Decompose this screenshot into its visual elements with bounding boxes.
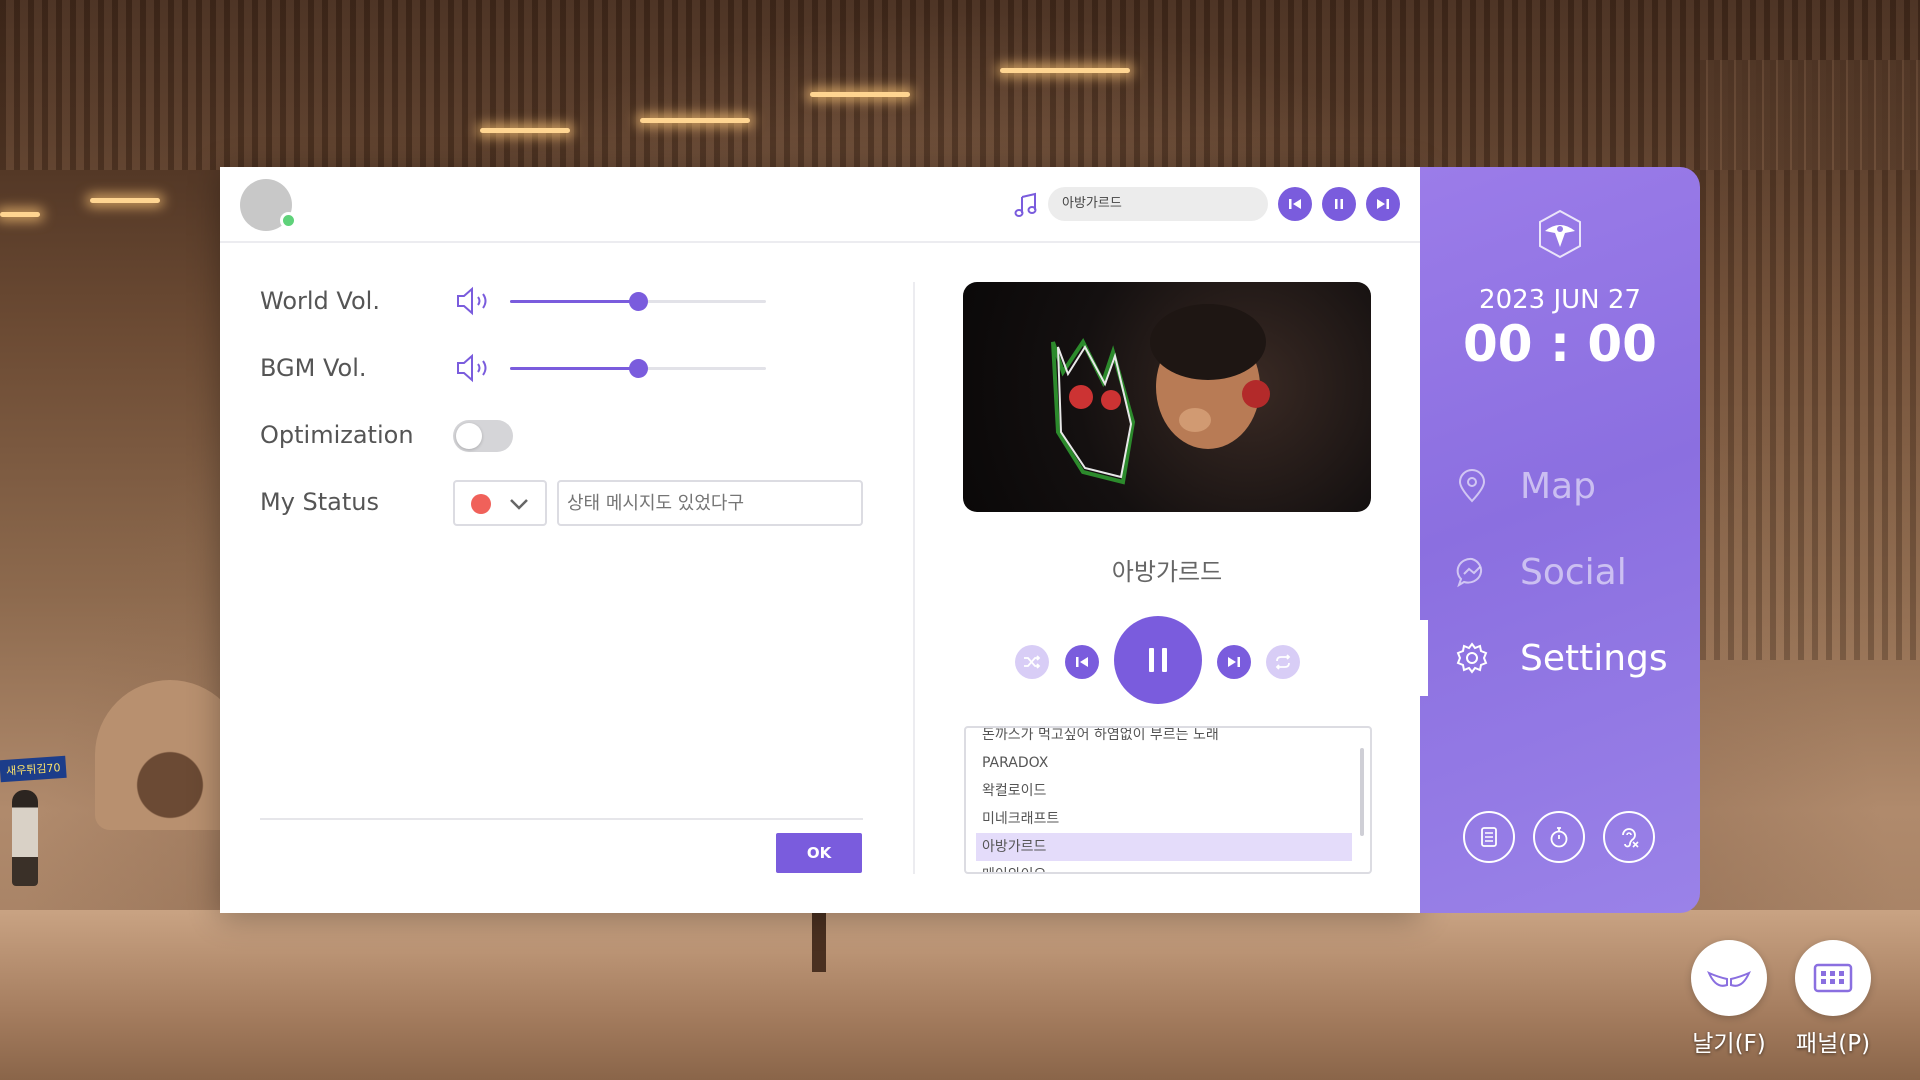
video-artwork bbox=[1051, 304, 1270, 485]
previous-icon bbox=[1076, 657, 1088, 667]
mini-pause-button[interactable] bbox=[1322, 187, 1356, 221]
grid-panel-icon bbox=[1813, 963, 1853, 993]
world-vol-knob[interactable] bbox=[629, 292, 648, 311]
playlist-item[interactable]: 미네크래프트 bbox=[976, 805, 1352, 833]
menu-item-settings[interactable]: Settings bbox=[1454, 628, 1684, 688]
timer-button[interactable] bbox=[1533, 811, 1585, 863]
speaker-icon[interactable] bbox=[454, 286, 496, 316]
music-video-thumbnail bbox=[963, 282, 1371, 512]
status-color-dot bbox=[471, 494, 491, 514]
pause-button[interactable] bbox=[1114, 616, 1202, 704]
panel-topbar: 아방가르드 bbox=[220, 167, 1420, 243]
ceiling-light bbox=[640, 118, 750, 123]
world-vol-fill bbox=[510, 300, 638, 303]
previous-icon bbox=[1289, 199, 1301, 209]
optimization-label: Optimization bbox=[260, 421, 414, 449]
ceiling-light bbox=[0, 212, 40, 217]
menu-item-map[interactable]: Map bbox=[1454, 456, 1684, 516]
world-vol-label: World Vol. bbox=[260, 287, 380, 315]
playlist[interactable]: 돈까스가 먹고싶어 하염없이 부르는 노래 PARADOX 왁컬로이드 미네크래… bbox=[964, 726, 1372, 874]
optimization-toggle[interactable] bbox=[453, 420, 513, 452]
ceiling-light bbox=[480, 128, 570, 133]
bgm-vol-knob[interactable] bbox=[629, 359, 648, 378]
mini-next-button[interactable] bbox=[1366, 187, 1400, 221]
speaker-icon[interactable] bbox=[454, 353, 496, 383]
repeat-icon bbox=[1275, 654, 1291, 670]
mute-listening-button[interactable] bbox=[1603, 811, 1655, 863]
playlist-scrollbar[interactable] bbox=[1360, 748, 1364, 836]
settings-panel: 아방가르드 World Vol. BGM Vol. Optimization M… bbox=[220, 167, 1420, 913]
chevron-down-icon bbox=[510, 499, 528, 510]
bgm-vol-fill bbox=[510, 367, 638, 370]
pause-icon bbox=[1335, 199, 1343, 209]
bgm-vol-slider[interactable] bbox=[510, 359, 766, 378]
my-status-label: My Status bbox=[260, 488, 380, 516]
wall-slats bbox=[0, 0, 1920, 170]
panel-label: 패널(P) bbox=[1795, 1031, 1871, 1057]
toggle-knob bbox=[456, 423, 482, 449]
time-display: 00 : 00 bbox=[1463, 315, 1657, 373]
pause-icon bbox=[1149, 648, 1167, 672]
ceiling-light bbox=[1000, 68, 1130, 73]
now-playing-track: 아방가르드 bbox=[1048, 187, 1268, 221]
chat-icon bbox=[1456, 557, 1483, 588]
next-icon bbox=[1377, 199, 1389, 209]
status-message-input[interactable] bbox=[557, 480, 863, 526]
active-tab-marker bbox=[1420, 620, 1428, 696]
next-button[interactable] bbox=[1217, 645, 1251, 679]
gear-icon bbox=[1456, 642, 1488, 674]
divider bbox=[260, 818, 863, 820]
ceiling-light bbox=[810, 92, 910, 97]
music-note-icon bbox=[1014, 192, 1037, 217]
document-icon bbox=[1481, 827, 1497, 847]
next-icon bbox=[1228, 657, 1240, 667]
online-status-dot bbox=[280, 212, 297, 229]
playlist-item[interactable]: PARADOX bbox=[976, 749, 1352, 777]
date-display: 2023 JUN 27 bbox=[1479, 285, 1641, 315]
name-tag: 새우튀김70 bbox=[0, 755, 68, 783]
side-menu: 2023 JUN 27 00 : 00 Map Social Settings bbox=[1420, 167, 1700, 913]
shuffle-button[interactable] bbox=[1015, 645, 1049, 679]
column-divider bbox=[913, 282, 915, 874]
map-pin-icon bbox=[1458, 469, 1486, 503]
playlist-item[interactable]: 돈까스가 먹고싶어 하염없이 부르는 노래 bbox=[976, 728, 1352, 749]
bgm-vol-label: BGM Vol. bbox=[260, 354, 367, 382]
wings-icon bbox=[1707, 971, 1751, 987]
status-dropdown[interactable] bbox=[453, 480, 547, 526]
notes-button[interactable] bbox=[1463, 811, 1515, 863]
panel-button[interactable] bbox=[1795, 940, 1871, 1016]
previous-button[interactable] bbox=[1065, 645, 1099, 679]
stool bbox=[812, 912, 826, 972]
logo-icon bbox=[1539, 209, 1581, 259]
wall-slats-right bbox=[1700, 60, 1920, 660]
menu-label: Settings bbox=[1520, 637, 1668, 679]
playlist-item[interactable]: 왁컬로이드 bbox=[976, 777, 1352, 805]
world-vol-slider[interactable] bbox=[510, 292, 766, 311]
mini-previous-button[interactable] bbox=[1278, 187, 1312, 221]
stopwatch-icon bbox=[1550, 827, 1568, 848]
menu-label: Map bbox=[1520, 465, 1596, 507]
avatar-character bbox=[12, 790, 38, 886]
playlist-item-active[interactable]: 아방가르드 bbox=[976, 833, 1352, 861]
shuffle-icon bbox=[1024, 655, 1041, 669]
repeat-button[interactable] bbox=[1266, 645, 1300, 679]
floor bbox=[0, 910, 1920, 1080]
ear-off-icon bbox=[1622, 828, 1639, 848]
menu-item-social[interactable]: Social bbox=[1454, 542, 1684, 602]
fly-label: 날기(F) bbox=[1692, 1031, 1766, 1057]
menu-label: Social bbox=[1520, 551, 1627, 593]
playlist-item[interactable]: 메이와이오 bbox=[976, 861, 1352, 872]
track-title: 아방가르드 bbox=[1111, 558, 1223, 586]
ceiling-light bbox=[90, 198, 160, 203]
fly-button[interactable] bbox=[1691, 940, 1767, 1016]
ok-button[interactable]: OK bbox=[776, 833, 862, 873]
